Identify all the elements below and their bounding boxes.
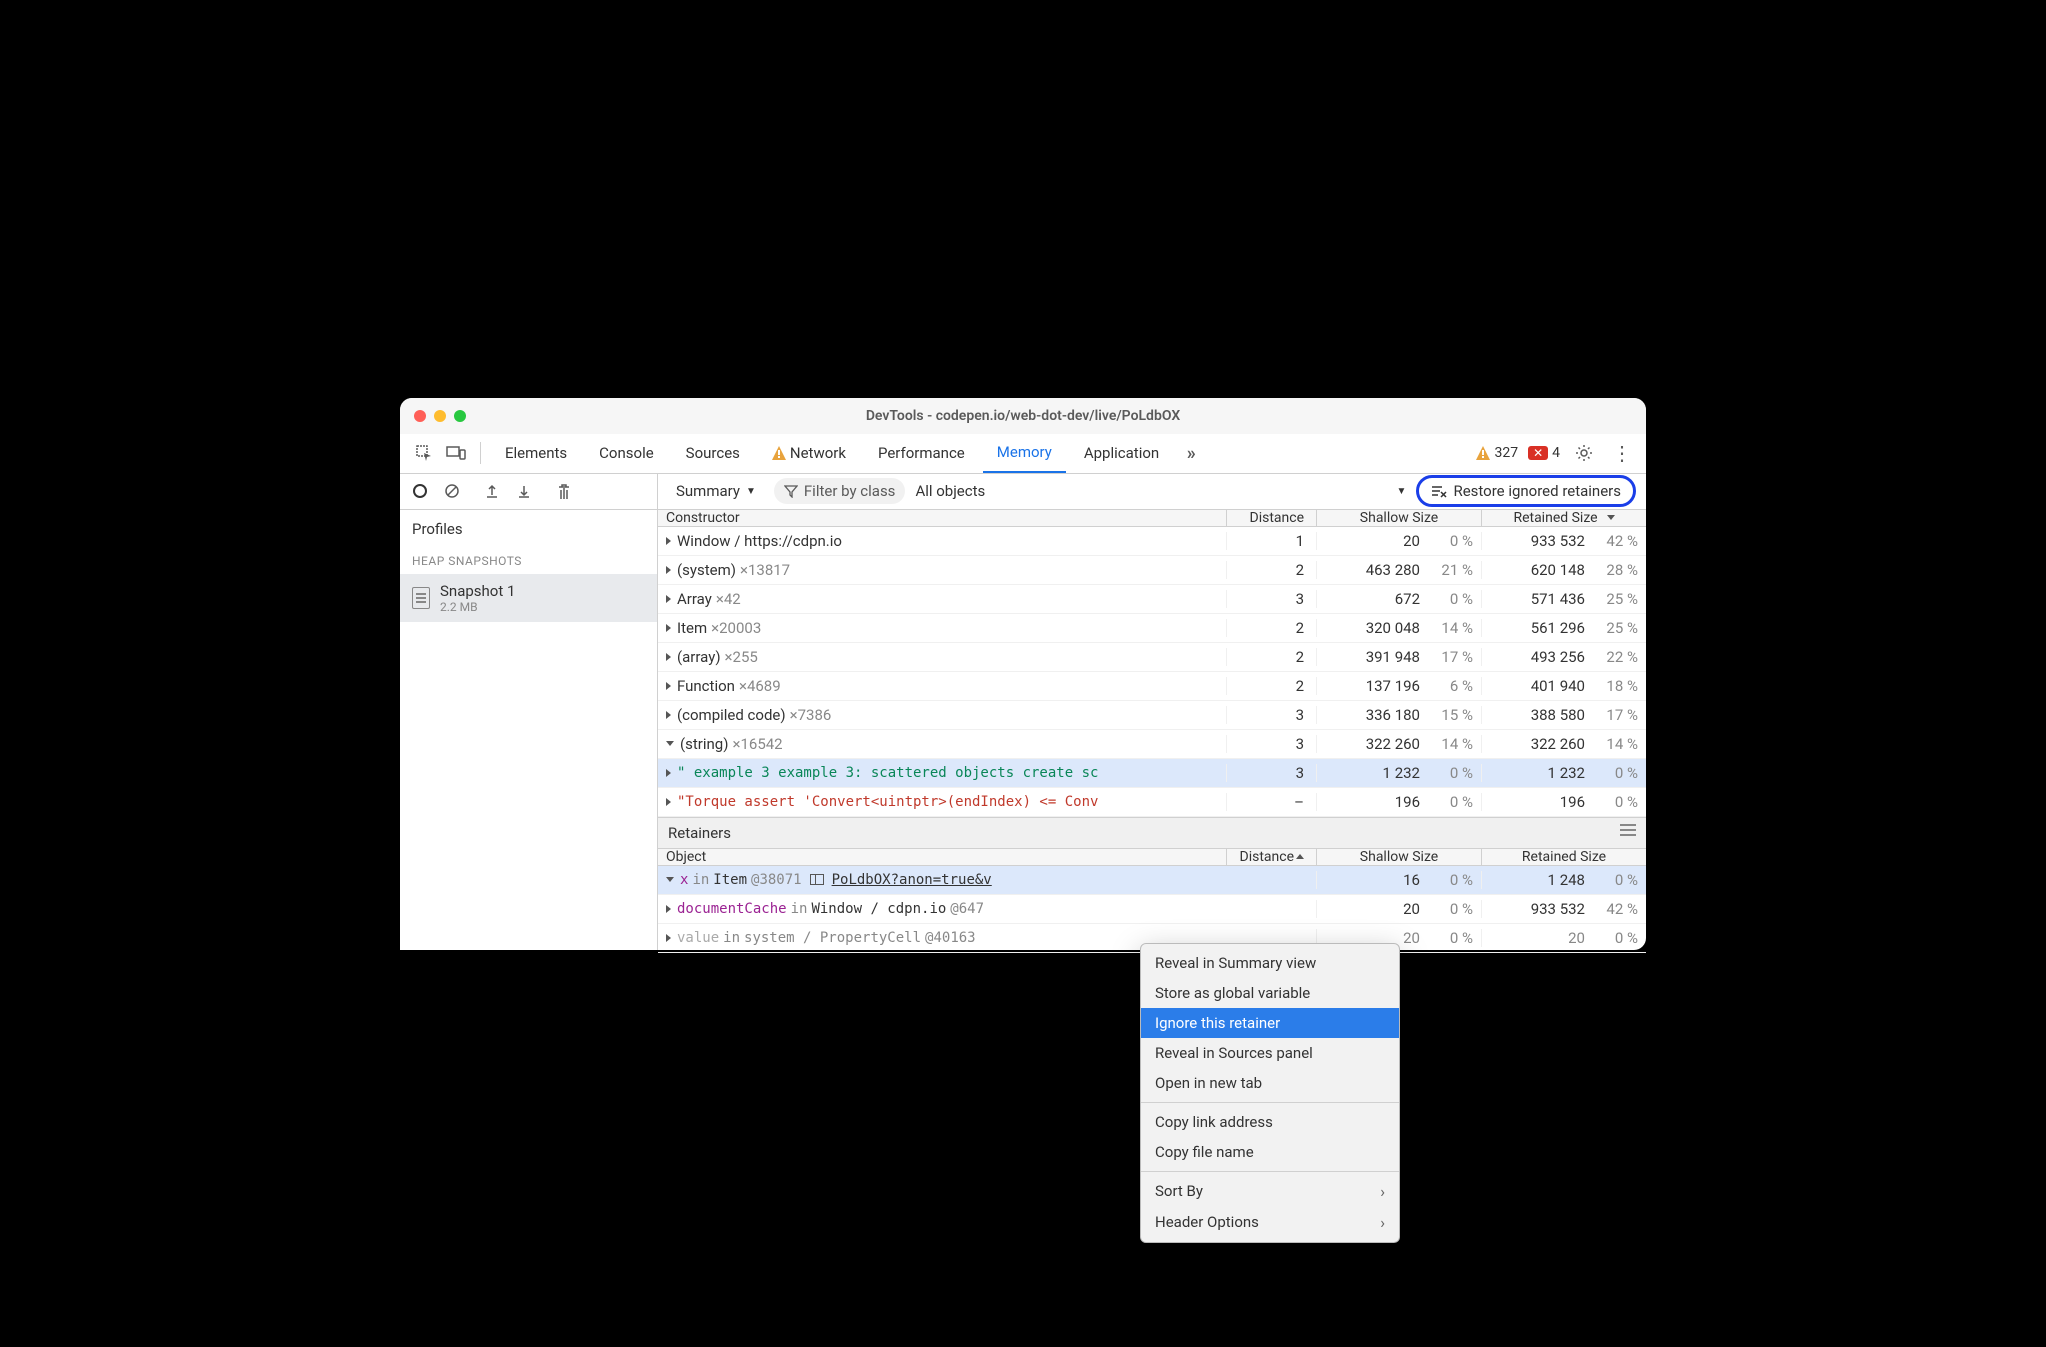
main-tabbar: Elements Console Sources Network Perform… <box>400 434 1646 474</box>
tab-memory[interactable]: Memory <box>983 433 1066 473</box>
more-tabs-icon[interactable]: » <box>1177 439 1205 467</box>
tab-sources[interactable]: Sources <box>672 433 754 473</box>
menu-item[interactable]: Ignore this retainer <box>1141 1008 1399 1038</box>
constructor-rows: Window / https://cdpn.io1200 %933 53242 … <box>658 527 1646 817</box>
retainer-grid-header: Object Distance Shallow Size Retained Si… <box>658 849 1646 866</box>
retainer-rows: x in Item @38071PoLdbOX?anon=true&v160 %… <box>658 866 1646 953</box>
table-row[interactable]: "Torque assert 'Convert<uintptr>(endInde… <box>658 788 1646 817</box>
kebab-icon[interactable]: ⋮ <box>1608 439 1636 467</box>
table-row[interactable]: Item ×200032320 04814 %561 29625 % <box>658 614 1646 643</box>
snapshot-icon <box>412 587 430 609</box>
inspect-icon[interactable] <box>410 439 438 467</box>
upload-icon[interactable] <box>480 479 504 503</box>
gc-icon[interactable] <box>552 479 576 503</box>
retainers-header: Retainers <box>658 817 1646 849</box>
table-row[interactable]: (array) ×2552391 94817 %493 25622 % <box>658 643 1646 672</box>
col-shallow-r[interactable]: Shallow Size <box>1316 849 1481 865</box>
tab-application[interactable]: Application <box>1070 433 1173 473</box>
record-icon[interactable] <box>408 479 432 503</box>
download-icon[interactable] <box>512 479 536 503</box>
retainer-row[interactable]: x in Item @38071PoLdbOX?anon=true&v160 %… <box>658 866 1646 895</box>
retainer-row[interactable]: documentCache in Window / cdpn.io @64720… <box>658 895 1646 924</box>
warnings-badge[interactable]: 327 <box>1476 445 1518 461</box>
table-row[interactable]: (string) ×165423322 26014 %322 26014 % <box>658 730 1646 759</box>
menu-item[interactable]: Reveal in Summary view <box>1141 948 1399 978</box>
menu-item[interactable]: Header Options› <box>1141 1207 1399 1238</box>
col-constructor[interactable]: Constructor <box>658 510 1226 526</box>
menu-item[interactable]: Store as global variable <box>1141 978 1399 1008</box>
errors-badge[interactable]: ✕4 <box>1528 445 1560 461</box>
col-retained-r[interactable]: Retained Size <box>1481 849 1646 865</box>
window-title: DevTools - codepen.io/web-dot-dev/live/P… <box>400 408 1646 424</box>
memory-toolbar: Summary ▼ Filter by class All objects ▼ … <box>400 474 1646 510</box>
menu-item[interactable]: Copy link address <box>1141 1107 1399 1137</box>
gear-icon[interactable] <box>1570 439 1598 467</box>
tab-performance[interactable]: Performance <box>864 433 979 473</box>
table-row[interactable]: Window / https://cdpn.io1200 %933 53242 … <box>658 527 1646 556</box>
restore-ignored-button[interactable]: Restore ignored retainers <box>1416 475 1636 507</box>
heap-snapshots-heading: HEAP SNAPSHOTS <box>400 548 657 574</box>
table-row[interactable]: (compiled code) ×73863336 18015 %388 580… <box>658 701 1646 730</box>
titlebar: DevTools - codepen.io/web-dot-dev/live/P… <box>400 398 1646 434</box>
profiles-heading: Profiles <box>400 510 657 548</box>
context-menu: Reveal in Summary viewStore as global va… <box>1140 943 1400 1243</box>
profiles-sidebar: Profiles HEAP SNAPSHOTS Snapshot 1 2.2 M… <box>400 510 658 950</box>
devtools-window: DevTools - codepen.io/web-dot-dev/live/P… <box>400 398 1646 950</box>
clear-icon[interactable] <box>440 479 464 503</box>
device-icon[interactable] <box>442 439 470 467</box>
col-object[interactable]: Object <box>658 849 1226 865</box>
objects-dropdown[interactable]: All objects ▼ <box>915 482 1406 500</box>
view-dropdown[interactable]: Summary ▼ <box>668 478 764 504</box>
col-distance-r[interactable]: Distance <box>1226 849 1316 865</box>
table-row[interactable]: " example 3 example 3: scattered objects… <box>658 759 1646 788</box>
menu-item[interactable]: Sort By› <box>1141 1176 1399 1207</box>
constructor-grid-header: Constructor Distance Shallow Size Retain… <box>658 510 1646 527</box>
col-distance[interactable]: Distance <box>1226 510 1316 526</box>
col-shallow[interactable]: Shallow Size <box>1316 510 1481 526</box>
menu-item[interactable]: Reveal in Sources panel <box>1141 1038 1399 1068</box>
table-row[interactable]: (system) ×138172463 28021 %620 14828 % <box>658 556 1646 585</box>
class-filter[interactable]: Filter by class <box>774 478 906 504</box>
tab-network[interactable]: Network <box>758 433 860 473</box>
col-retained[interactable]: Retained Size <box>1481 510 1646 526</box>
menu-item[interactable]: Copy file name <box>1141 1137 1399 1167</box>
menu-item[interactable]: Open in new tab <box>1141 1068 1399 1098</box>
table-row[interactable]: Array ×4236720 %571 43625 % <box>658 585 1646 614</box>
retainers-menu-icon[interactable] <box>1620 824 1636 842</box>
table-row[interactable]: Function ×46892137 1966 %401 94018 % <box>658 672 1646 701</box>
snapshot-item[interactable]: Snapshot 1 2.2 MB <box>400 574 657 622</box>
tab-console[interactable]: Console <box>585 433 668 473</box>
tab-elements[interactable]: Elements <box>491 433 581 473</box>
